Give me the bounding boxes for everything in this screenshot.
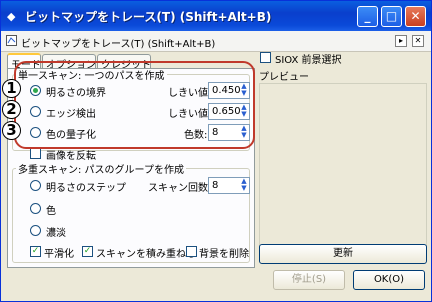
dock-close-icon[interactable]: ✕ — [412, 35, 424, 47]
invert-image-checkbox[interactable] — [30, 148, 41, 159]
window-title: ビットマップをトレース(T) (Shift+Alt+B) — [25, 10, 272, 24]
marker-3: 3 — [2, 121, 21, 140]
smooth-checkbox[interactable]: ✓ — [30, 246, 41, 257]
siox-checkbox[interactable] — [260, 52, 271, 63]
scans-value: 8 — [212, 180, 219, 191]
close-button[interactable]: ✕ — [405, 6, 426, 27]
spin-down-icon[interactable]: ▼ — [239, 185, 249, 192]
remove-background-checkbox[interactable] — [186, 246, 197, 257]
grays-label: 濃淡 — [46, 228, 66, 239]
stack-scans-checkbox[interactable]: ✓ — [82, 246, 93, 257]
trace-icon — [6, 35, 17, 46]
siox-label: SIOX 前景選択 — [275, 55, 342, 66]
minimize-button[interactable]: _ — [357, 6, 378, 27]
smooth-label: 平滑化 — [44, 249, 74, 260]
maximize-button[interactable]: □ — [381, 6, 402, 27]
single-scan-highlight — [14, 61, 255, 149]
invert-image-label: 画像を反転 — [46, 151, 96, 162]
preview-label: プレビュー — [259, 72, 309, 83]
marker-2: 2 — [2, 100, 21, 119]
scans-spinner[interactable]: 8 ▲ ▼ — [208, 177, 250, 194]
ok-button[interactable]: OK(O) — [353, 270, 425, 290]
trace-bitmap-window: ◆ ビットマップをトレース(T) (Shift+Alt+B) _ □ ✕ ビット… — [0, 0, 432, 302]
brightness-steps-radio[interactable] — [30, 180, 41, 191]
stop-button[interactable]: 停止(S) — [273, 270, 345, 290]
brightness-steps-label: 明るさのステップ — [46, 183, 126, 194]
title-bar[interactable]: ◆ ビットマップをトレース(T) (Shift+Alt+B) _ □ ✕ — [1, 1, 431, 31]
marker-1: 1 — [2, 79, 21, 98]
colors-label: 色 — [46, 206, 56, 217]
dock-arrow-icon[interactable]: ▸ — [395, 35, 407, 47]
dialog-header-title: ビットマップをトレース(T) (Shift+Alt+B) — [21, 39, 216, 50]
preview-area — [259, 83, 427, 247]
update-button[interactable]: 更新 — [259, 244, 427, 264]
colors-radio[interactable] — [30, 203, 41, 214]
dialog-header: ビットマップをトレース(T) (Shift+Alt+B) ▸ ✕ — [1, 31, 431, 52]
grays-radio[interactable] — [30, 225, 41, 236]
stack-scans-label: スキャンを積み重ねる — [96, 249, 196, 260]
scans-label: スキャン回数: — [148, 183, 212, 194]
remove-background-label: 背景を削除 — [199, 249, 249, 260]
inkscape-icon: ◆ — [7, 10, 16, 23]
multi-scan-legend: 多重スキャン: パスのグループを作成 — [18, 165, 184, 176]
